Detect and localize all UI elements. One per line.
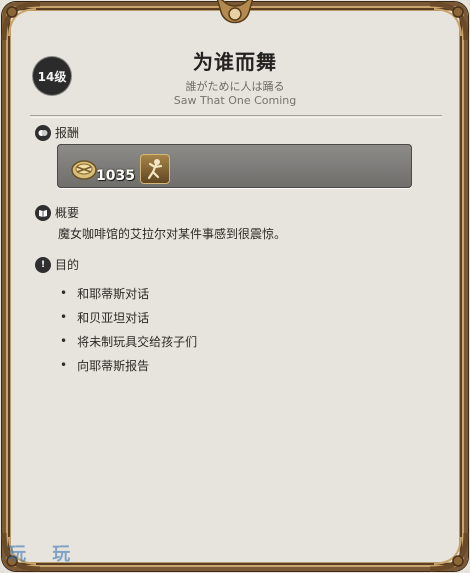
objective-item: 和耶蒂斯对话 xyxy=(60,281,197,305)
objective-item: 向耶蒂斯报告 xyxy=(60,353,197,377)
quest-title: 为谁而舞 xyxy=(193,50,277,74)
dancer-emote-icon[interactable] xyxy=(140,154,170,184)
summary-heading: 概要 xyxy=(35,204,79,221)
quest-emblem-icon xyxy=(216,0,254,24)
book-icon xyxy=(35,204,51,221)
objectives-heading: ! 目的 xyxy=(35,256,79,273)
header-divider xyxy=(30,115,442,116)
frame-corner-ornament xyxy=(429,532,469,572)
objective-item: 和贝亚坦对话 xyxy=(60,305,197,329)
gil-amount: 1035 xyxy=(96,168,135,184)
rewards-heading: 报酬 xyxy=(35,124,79,141)
summary-text: 魔女咖啡馆的艾拉尔对某件事感到很震惊。 xyxy=(58,227,287,241)
summary-heading-label: 概要 xyxy=(55,206,80,220)
gil-coin-icon[interactable] xyxy=(71,158,97,180)
header-divider-highlight xyxy=(30,117,442,118)
quest-title-english: Saw That One Coming xyxy=(173,94,297,107)
quest-card: 14级 为谁而舞 誰がために人は踊る Saw That One Coming 报… xyxy=(0,0,470,573)
objectives-heading-label: 目的 xyxy=(55,258,80,272)
exclamation-icon: ! xyxy=(35,256,51,273)
reward-box: 1035 xyxy=(57,144,412,188)
rewards-heading-label: 报酬 xyxy=(55,126,80,140)
coins-icon xyxy=(35,124,51,141)
objectives-list: 和耶蒂斯对话 和贝亚坦对话 将未制玩具交给孩子们 向耶蒂斯报告 xyxy=(60,281,197,377)
quest-title-japanese: 誰がために人は踊る xyxy=(185,80,285,93)
site-watermark: 玩 玩 xyxy=(8,544,81,565)
objective-item: 将未制玩具交给孩子们 xyxy=(60,329,197,353)
